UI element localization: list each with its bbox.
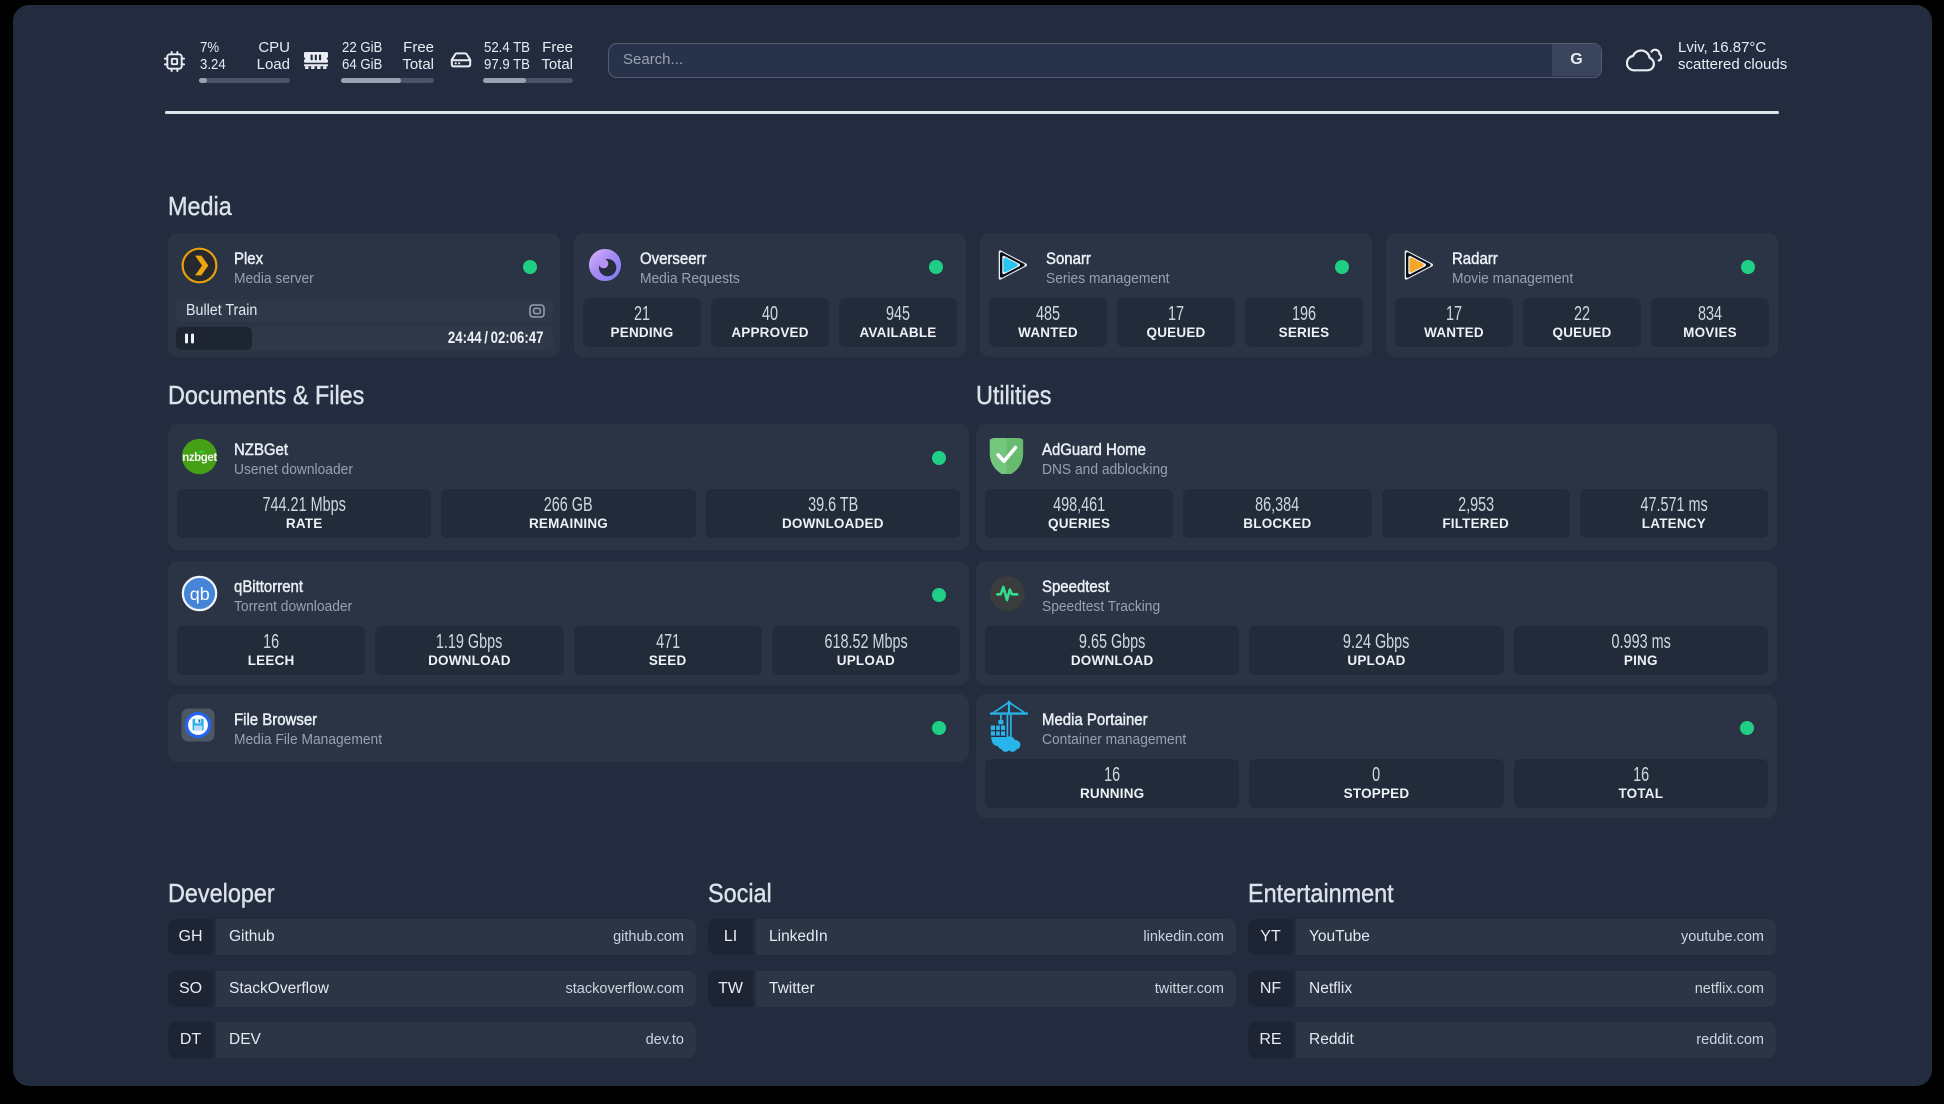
svg-text:qb: qb bbox=[190, 584, 210, 604]
svg-text:nzbget: nzbget bbox=[182, 452, 217, 464]
